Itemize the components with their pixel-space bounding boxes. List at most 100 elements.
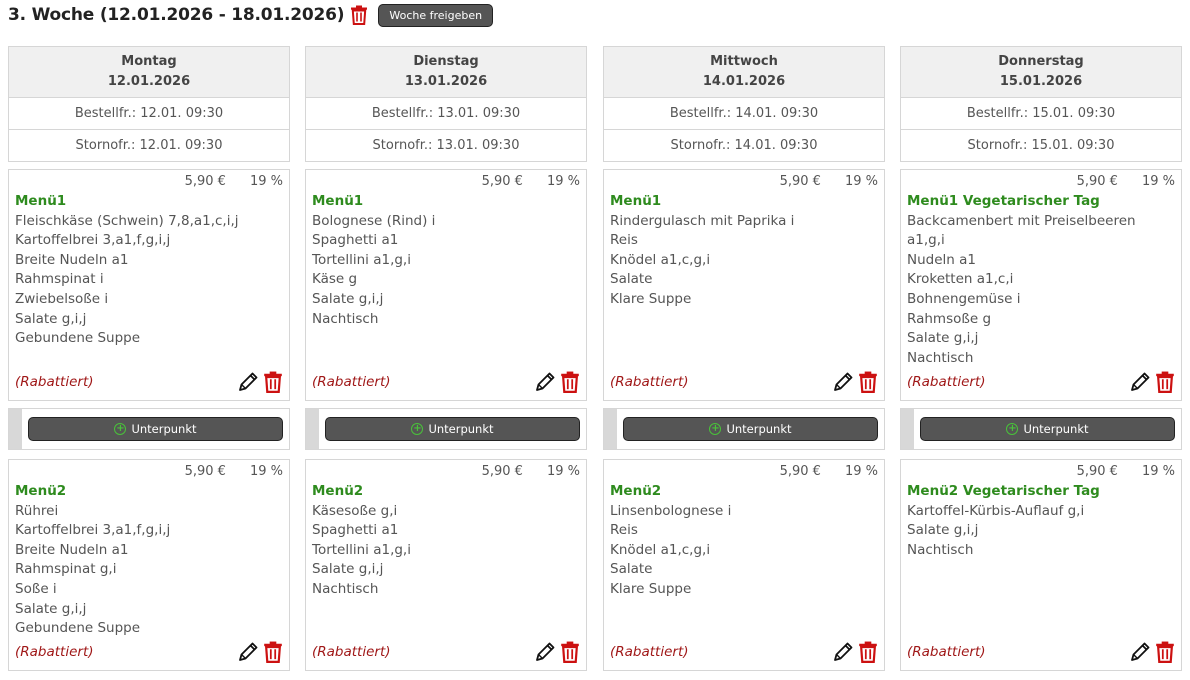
menu-item: Kartoffelbrei 3,a1,f,g,i,j xyxy=(15,232,171,249)
menu-tax: 19 % xyxy=(1141,174,1175,189)
price-row: 5,90 € 19 % xyxy=(610,174,878,192)
discount-label: (Rabattiert) xyxy=(312,374,391,390)
menu-price: 5,90 € xyxy=(1076,464,1118,479)
card-footer: (Rabattiert) xyxy=(15,640,283,664)
cancel-deadline: Stornofr.: 15.01. 09:30 xyxy=(900,130,1182,162)
menu-item: Salate xyxy=(610,271,653,288)
menu-item: Rindergulasch mit Paprika i xyxy=(610,212,795,229)
menu-actions xyxy=(237,641,283,663)
cancel-deadline: Stornofr.: 12.01. 09:30 xyxy=(8,130,290,162)
drag-handle[interactable] xyxy=(901,409,914,449)
menu-name: Menü2 xyxy=(610,483,662,499)
card-footer: (Rabattiert) xyxy=(312,370,580,394)
pencil-icon[interactable] xyxy=(534,641,556,663)
day-name: Mittwoch xyxy=(710,54,778,69)
sub-item-row: + Unterpunkt xyxy=(8,408,290,450)
release-week-button[interactable]: Woche freigeben xyxy=(378,3,494,27)
discount-label: (Rabattiert) xyxy=(907,374,986,390)
menu-name: Menü1 xyxy=(610,193,662,209)
pencil-icon[interactable] xyxy=(832,641,854,663)
sub-item-label: Unterpunkt xyxy=(726,422,792,436)
price-row: 5,90 € 19 % xyxy=(15,464,283,482)
menu-price: 5,90 € xyxy=(481,174,523,189)
trash-icon[interactable] xyxy=(858,641,878,663)
order-deadline: Bestellfr.: 13.01. 09:30 xyxy=(305,98,587,130)
drag-handle[interactable] xyxy=(604,409,617,449)
trash-icon[interactable] xyxy=(1155,641,1175,663)
price-row: 5,90 € 19 % xyxy=(610,464,878,482)
menu-price: 5,90 € xyxy=(184,174,226,189)
day-name: Donnerstag xyxy=(998,54,1084,69)
add-sub-item-button[interactable]: + Unterpunkt xyxy=(920,417,1175,441)
menu-price: 5,90 € xyxy=(481,464,523,479)
menu-item: Salate g,i,j xyxy=(15,600,87,617)
menu-card: 5,90 € 19 % Menü2 Rührei Kartoffelbrei 3,a1,… xyxy=(8,459,290,671)
menu-item: Knödel a1,c,g,i xyxy=(610,541,711,558)
menu-tax: 19 % xyxy=(844,174,878,189)
menu-item: Tortellini a1,g,i xyxy=(312,251,411,268)
trash-icon[interactable] xyxy=(560,371,580,393)
card-footer: (Rabattiert) xyxy=(907,370,1175,394)
menu-item: Zwiebelsoße i xyxy=(15,290,109,307)
menu-item: Reis xyxy=(610,522,638,539)
menu-item: Spaghetti a1 xyxy=(312,232,399,249)
drag-handle[interactable] xyxy=(306,409,319,449)
menu-tax: 19 % xyxy=(844,464,878,479)
pencil-icon[interactable] xyxy=(832,371,854,393)
week-header: 3. Woche (12.01.2026 - 18.01.2026) Woche… xyxy=(8,2,494,28)
menu-name: Menü2 xyxy=(15,483,67,499)
discount-label: (Rabattiert) xyxy=(15,374,94,390)
trash-icon[interactable] xyxy=(263,371,283,393)
plus-circle-icon: + xyxy=(411,423,424,435)
day-date: 12.01.2026 xyxy=(107,74,191,89)
menu-item: Klare Suppe xyxy=(610,580,692,597)
card-footer: (Rabattiert) xyxy=(15,370,283,394)
order-deadline: Bestellfr.: 15.01. 09:30 xyxy=(900,98,1182,130)
delete-week-trash-icon[interactable] xyxy=(350,5,368,25)
menu-item: Rahmspinat i xyxy=(15,271,104,288)
pencil-icon[interactable] xyxy=(1129,641,1151,663)
menu-actions xyxy=(534,641,580,663)
menu-card: 5,90 € 19 % Menü1 Bolognese (Rind) i Spaghet… xyxy=(305,169,587,401)
plus-circle-icon: + xyxy=(1006,423,1019,435)
menu-item: Nachtisch xyxy=(312,580,379,597)
trash-icon[interactable] xyxy=(1155,371,1175,393)
menu-card: 5,90 € 19 % Menü1 Rindergulasch mit Paprika… xyxy=(603,169,885,401)
menu-item: Kartoffelbrei 3,a1,f,g,i,j xyxy=(15,522,171,539)
menu-item: Klare Suppe xyxy=(610,290,692,307)
menu-item: Rahmspinat g,i xyxy=(15,561,117,578)
menu-item: Linsenbolognese i xyxy=(610,502,732,519)
pencil-icon[interactable] xyxy=(237,641,259,663)
card-footer: (Rabattiert) xyxy=(610,640,878,664)
menu-tax: 19 % xyxy=(546,174,580,189)
menu-price: 5,90 € xyxy=(184,464,226,479)
menu-item: Nachtisch xyxy=(907,541,974,558)
trash-icon[interactable] xyxy=(263,641,283,663)
menu-item: Nachtisch xyxy=(312,310,379,327)
discount-label: (Rabattiert) xyxy=(610,374,689,390)
add-sub-item-button[interactable]: + Unterpunkt xyxy=(325,417,580,441)
menu-name: Menü2 xyxy=(312,483,364,499)
menu-tax: 19 % xyxy=(546,464,580,479)
trash-icon[interactable] xyxy=(560,641,580,663)
trash-icon[interactable] xyxy=(858,371,878,393)
menu-price: 5,90 € xyxy=(779,174,821,189)
menu-item: Gebundene Suppe xyxy=(15,620,141,637)
menu-item: Nudeln a1 xyxy=(907,251,976,268)
drag-handle[interactable] xyxy=(9,409,22,449)
pencil-icon[interactable] xyxy=(534,371,556,393)
add-sub-item-button[interactable]: + Unterpunkt xyxy=(28,417,283,441)
menu-item: Backcamenbert mit Preiselbeeren a1,g,i xyxy=(907,212,1136,249)
menu-actions xyxy=(237,371,283,393)
menu-name: Menü1 Vegetarischer Tag xyxy=(907,193,1100,209)
pencil-icon[interactable] xyxy=(1129,371,1151,393)
price-row: 5,90 € 19 % xyxy=(15,174,283,192)
menu-item: Salate g,i,j xyxy=(15,310,87,327)
menu-item: Rahmsoße g xyxy=(907,310,992,327)
menu-actions xyxy=(832,641,878,663)
pencil-icon[interactable] xyxy=(237,371,259,393)
discount-label: (Rabattiert) xyxy=(610,644,689,660)
price-row: 5,90 € 19 % xyxy=(312,464,580,482)
add-sub-item-button[interactable]: + Unterpunkt xyxy=(623,417,878,441)
menu-name: Menü2 Vegetarischer Tag xyxy=(907,483,1100,499)
